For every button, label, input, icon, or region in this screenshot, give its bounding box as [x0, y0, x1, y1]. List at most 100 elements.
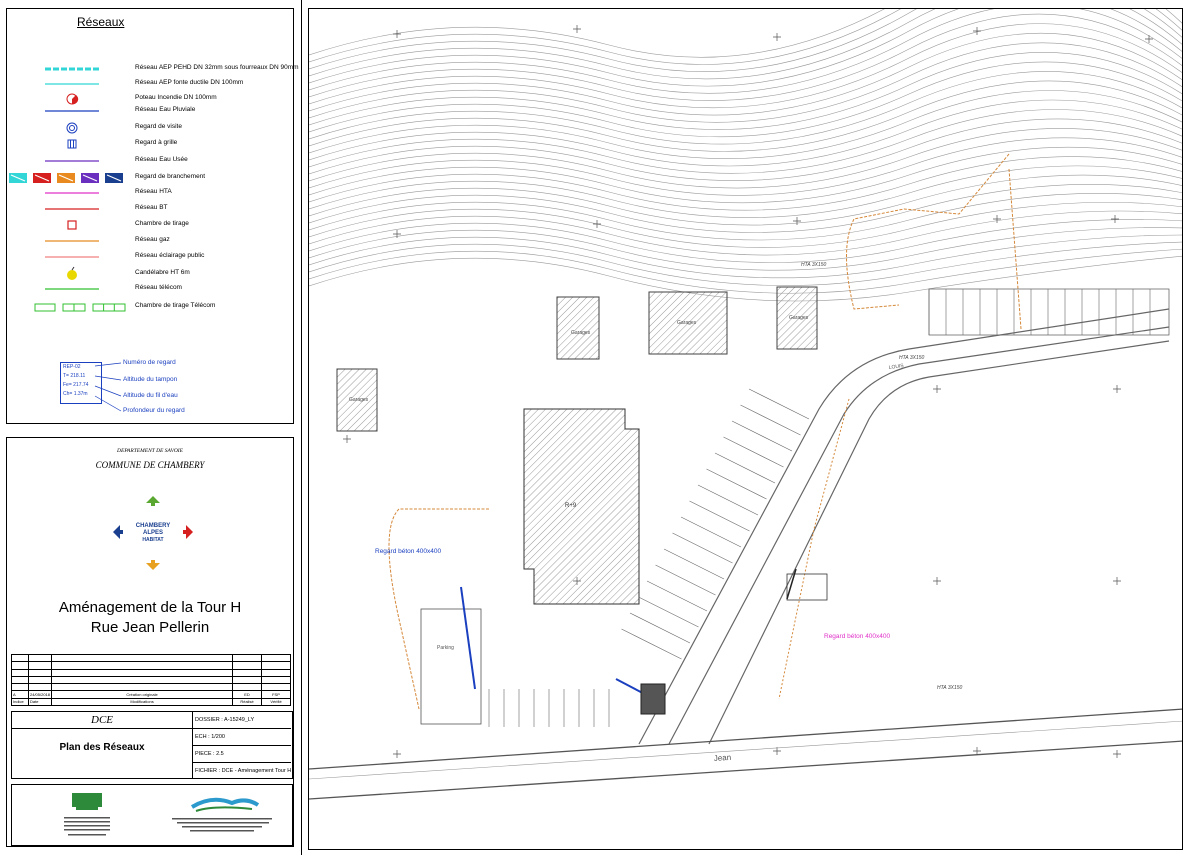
grid-cross	[933, 577, 941, 585]
grid-cross	[1111, 215, 1119, 223]
contour-line	[309, 52, 1182, 130]
legend-label: Chambre de tirage	[135, 220, 189, 227]
annotation-label: Numéro de regard	[123, 359, 176, 366]
legend-label: Réseau Eau Pluviale	[135, 106, 196, 113]
parking-stall-line	[629, 612, 691, 644]
square-icon	[17, 218, 127, 232]
contour-line	[309, 219, 1182, 263]
garage-block	[556, 296, 600, 360]
parking-stall-line	[748, 388, 810, 420]
branch-box-icons	[9, 171, 127, 185]
legend-item: Réseau BT	[7, 202, 293, 216]
revision-header: Modifications	[51, 697, 233, 707]
legend-item: Réseau gaz	[7, 234, 293, 248]
revision-header-row: Indice Date Modifications Réalisé Vérifi…	[11, 697, 291, 707]
grid-crosses	[343, 25, 1153, 758]
legend-item: Réseau AEP fonte ductile DN 100mm	[7, 77, 293, 91]
grid-cross	[1113, 385, 1121, 393]
violet-line-icon	[17, 154, 127, 168]
orange-line-icon	[17, 234, 127, 248]
contour-line	[309, 9, 1182, 58]
garage-label: Garages	[789, 315, 809, 321]
revision-checker: FSP	[261, 690, 291, 699]
site-plan: Garages Garages Garages Garages R+9 Jean…	[308, 8, 1183, 850]
grid-cross	[793, 217, 801, 225]
plan-title: Plan des Réseaux	[59, 742, 145, 753]
tower-h-building	[523, 408, 640, 605]
legend-label: Regard à grille	[135, 139, 178, 146]
parking-stall-line	[646, 580, 708, 612]
annotation-label: Altitude du tampon	[123, 376, 178, 383]
annotation-key: REP-02 T= 218.11 Fe= 217.74 Ch= 1.37m Nu…	[55, 354, 255, 424]
legend-label: Réseau AEP PEHD DN 32mm sous fourreaux D…	[135, 64, 299, 71]
legend-item: Réseau AEP PEHD DN 32mm sous fourreaux D…	[7, 62, 299, 76]
project-title-line2: Rue Jean Pellerin	[90, 619, 210, 636]
revision-header: Vérifié	[261, 697, 291, 707]
contour-line	[309, 23, 1182, 109]
project-title: Aménagement de la Tour H Rue Jean Peller…	[7, 598, 293, 638]
contour-lines	[309, 9, 1182, 302]
contour-line	[309, 241, 1182, 286]
grid-cross	[393, 30, 401, 38]
grid-cross	[773, 33, 781, 41]
hta-label: HTA 3X150	[937, 685, 963, 691]
blue-line-icon	[17, 104, 127, 118]
contour-line	[309, 99, 1182, 167]
legend-label: Regard de branchement	[135, 173, 206, 180]
legend-label: Réseau BT	[135, 204, 168, 211]
commune-label: COMMUNE DE CHAMBERY	[95, 460, 205, 470]
parking-stall-line	[723, 436, 784, 468]
file-field: FICHIER : DCE - Aménagement Tour H.dwg	[195, 768, 291, 774]
grid-cross	[593, 220, 601, 228]
contour-line	[309, 9, 1182, 87]
legend-label: Réseau gaz	[135, 236, 170, 243]
parking-stall-line	[714, 452, 776, 484]
garage-label: Garages	[349, 397, 369, 403]
parking-stall-line	[621, 628, 682, 660]
contour-line	[309, 234, 1182, 279]
grate-icon	[17, 137, 127, 151]
annotation-label: Altitude du fil d'eau	[123, 392, 178, 399]
legend-label: Regard de visite	[135, 123, 182, 130]
regard-beton	[640, 683, 666, 715]
red-line-icon	[17, 202, 127, 216]
contour-line	[309, 9, 1182, 94]
legend-item: Réseau éclairage public	[7, 250, 293, 264]
grid-cross	[1113, 577, 1121, 585]
parking-stall-line	[697, 484, 759, 516]
parking-stall-line	[663, 548, 725, 580]
legend-item: Réseau Eau Pluviale	[7, 104, 293, 118]
gas-network	[846, 153, 1010, 310]
chambery-alpes-habitat-logo: CHAMBERY ALPES HABITAT	[113, 496, 193, 570]
site-plan-drawing: Garages Garages Garages Garages R+9 Jean…	[309, 9, 1182, 800]
hta-label: HTA 3X150	[899, 355, 925, 361]
revision-index: A	[11, 690, 29, 699]
contour-line	[309, 9, 1182, 80]
architect-logo	[72, 793, 102, 807]
dossier-field: DOSSIER : A-15249_LY	[193, 712, 291, 729]
regard-label-magenta: Regard béton 400x400	[824, 633, 891, 640]
revision-date: 24/05/2018	[27, 690, 53, 699]
revision-header: Réalisé	[232, 697, 262, 707]
parking-stall-line	[672, 532, 733, 564]
contour-line	[309, 32, 1182, 116]
sheet-divider	[301, 0, 302, 855]
document-info: DCE Plan des Réseaux DOSSIER : A-15249_L…	[11, 711, 293, 779]
eau-pluviale-line	[460, 586, 476, 690]
contour-line	[309, 165, 1182, 218]
garage-label: Garages	[677, 320, 697, 326]
partner-logos	[11, 784, 293, 846]
dashed-cyan-line-icon	[17, 62, 127, 76]
engineering-logo	[190, 797, 260, 809]
partner-logos-graphic	[64, 793, 272, 836]
contour-line	[309, 156, 1182, 211]
gas-network	[1008, 168, 1022, 330]
legend-item: Candélabre HT 6m	[7, 266, 293, 281]
logo-text: CHAMBERY	[136, 523, 170, 529]
annotation-label: Profondeur du regard	[123, 407, 185, 414]
contour-line	[309, 227, 1182, 271]
logo-text: HABITAT	[142, 537, 163, 543]
revision-header: Date	[27, 697, 53, 707]
grid-cross	[933, 385, 941, 393]
legend-panel: Réseaux Réseau AEP PEHD DN 32mm sous fou…	[6, 8, 299, 424]
